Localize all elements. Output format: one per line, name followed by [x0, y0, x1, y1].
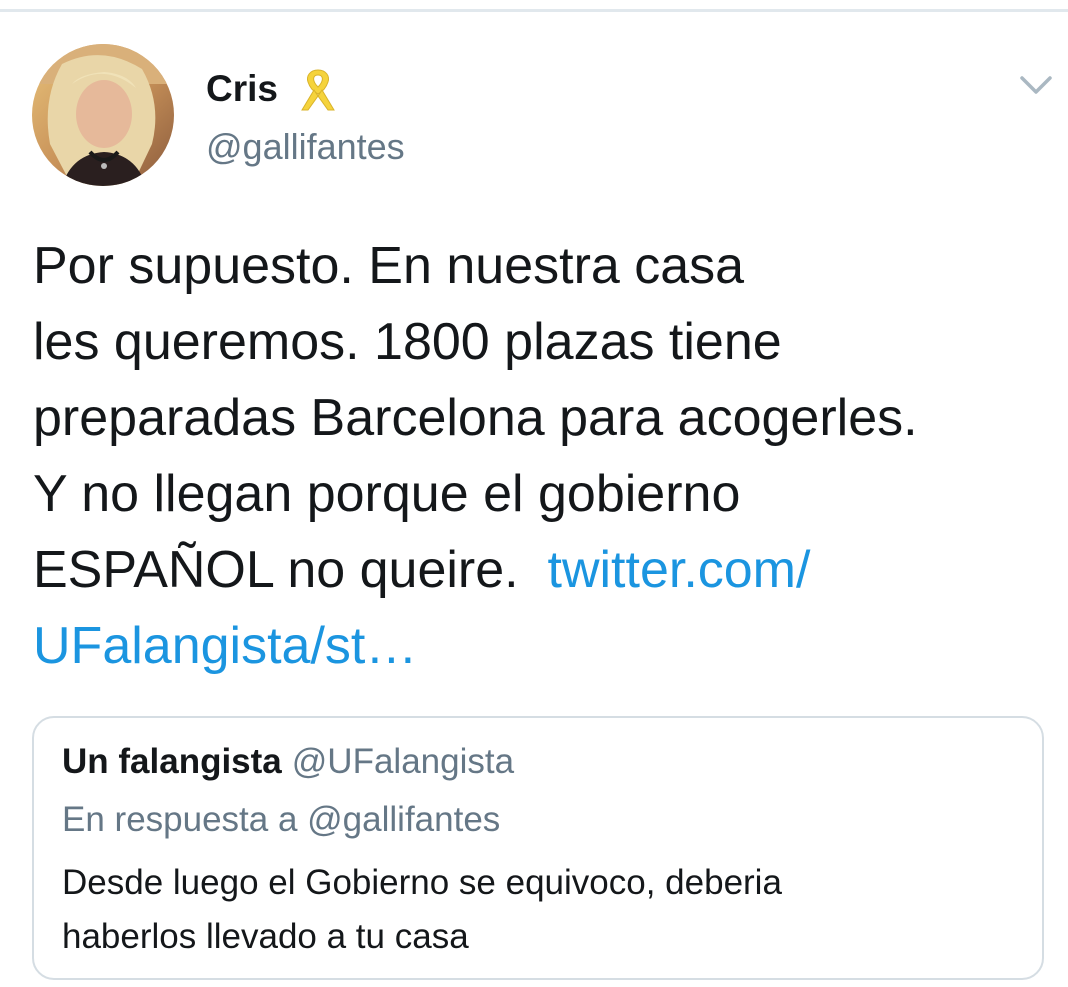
tweet-text-line: les queremos. 1800 plazas tiene	[33, 313, 782, 371]
quoted-tweet-card[interactable]: Un falangista @UFalangista En respuesta a…	[32, 716, 1044, 980]
tweet-link[interactable]: twitter.com/	[548, 541, 811, 599]
author-display-name[interactable]: Cris	[206, 66, 278, 112]
quoted-tweet-body: Desde luego el Gobierno se equivoco, deb…	[62, 856, 1022, 964]
quoted-tweet-header: Un falangista @UFalangista	[62, 740, 514, 784]
quoted-text-line: haberlos llevado a tu casa	[62, 917, 469, 956]
tweet-text-line: Y no llegan porque el gobierno	[33, 465, 741, 523]
quoted-author-handle: @UFalangista	[291, 742, 515, 781]
tweet-text-line: UFalangista/st…	[33, 608, 1053, 684]
quoted-author-name: Un falangista	[62, 742, 282, 781]
quoted-text-line: Desde luego el Gobierno se equivoco, deb…	[62, 863, 782, 902]
avatar-photo	[32, 44, 174, 186]
tweet-text-segment: ESPAÑOL no queire.	[33, 541, 534, 599]
chevron-down-icon[interactable]	[1018, 70, 1054, 100]
author-handle[interactable]: @gallifantes	[206, 124, 405, 170]
tweet-link-continued[interactable]: UFalangista/st…	[33, 617, 417, 675]
yellow-ribbon-icon	[301, 69, 335, 111]
top-divider	[0, 9, 1068, 12]
tweet-text-line: Por supuesto. En nuestra casa	[33, 237, 745, 295]
tweet-text-line-with-link: ESPAÑOL no queire. twitter.com/	[33, 532, 1053, 608]
tweet-text-line: preparadas Barcelona para acogerles.	[33, 389, 918, 447]
tweet-body: Por supuesto. En nuestra casa les querem…	[33, 228, 1053, 684]
quoted-reply-context: En respuesta a @gallifantes	[62, 800, 501, 839]
avatar[interactable]	[32, 44, 174, 186]
